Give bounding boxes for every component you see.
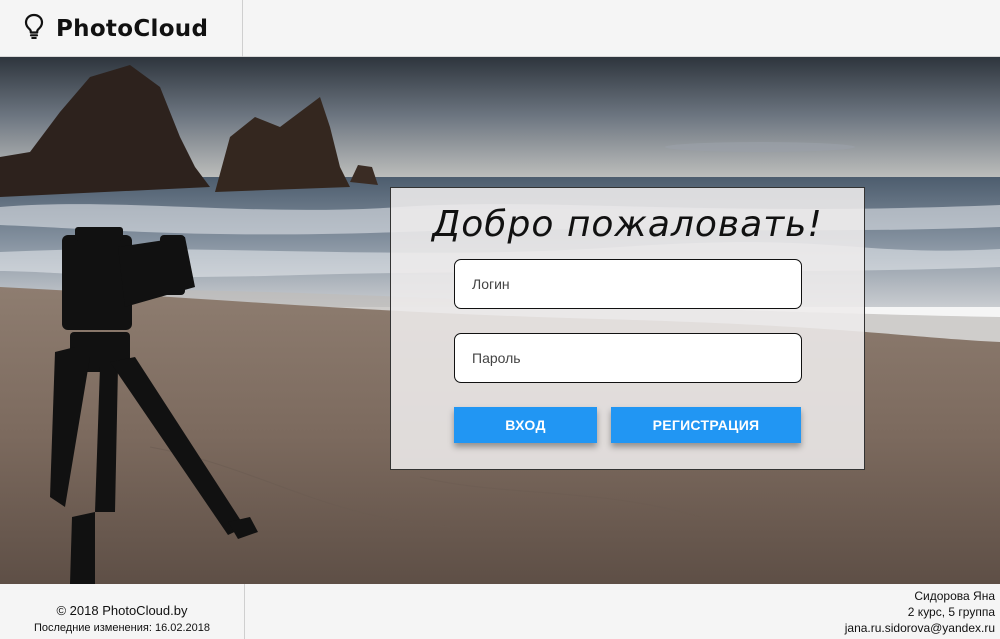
login-card: Добро пожаловать! ВХОД РЕГИСТРАЦИЯ (390, 187, 865, 470)
last-updated-text: Последние изменения: 16.02.2018 (33, 622, 211, 634)
brand-name: PhotoCloud (56, 15, 209, 42)
login-button[interactable]: ВХОД (454, 407, 597, 443)
footer-copyright-block: © 2018 PhotoCloud.by Последние изменения… (0, 584, 245, 639)
author-name: Сидорова Яна (914, 589, 995, 603)
app-footer: © 2018 PhotoCloud.by Последние изменения… (0, 584, 1000, 639)
author-course: 2 курс, 5 группа (907, 605, 995, 619)
copyright-text: © 2018 PhotoCloud.by (56, 603, 188, 618)
register-button[interactable]: РЕГИСТРАЦИЯ (611, 407, 801, 443)
password-input[interactable] (454, 333, 802, 383)
author-email: jana.ru.sidorova@yandex.ru (844, 621, 995, 635)
brand[interactable]: PhotoCloud (0, 0, 243, 57)
login-input[interactable] (454, 259, 802, 309)
welcome-heading: Добро пожаловать! (432, 204, 823, 245)
app-header: PhotoCloud (0, 0, 1000, 57)
lightbulb-icon (24, 13, 44, 44)
author-info: Сидорова Яна 2 курс, 5 группа jana.ru.si… (845, 588, 995, 636)
